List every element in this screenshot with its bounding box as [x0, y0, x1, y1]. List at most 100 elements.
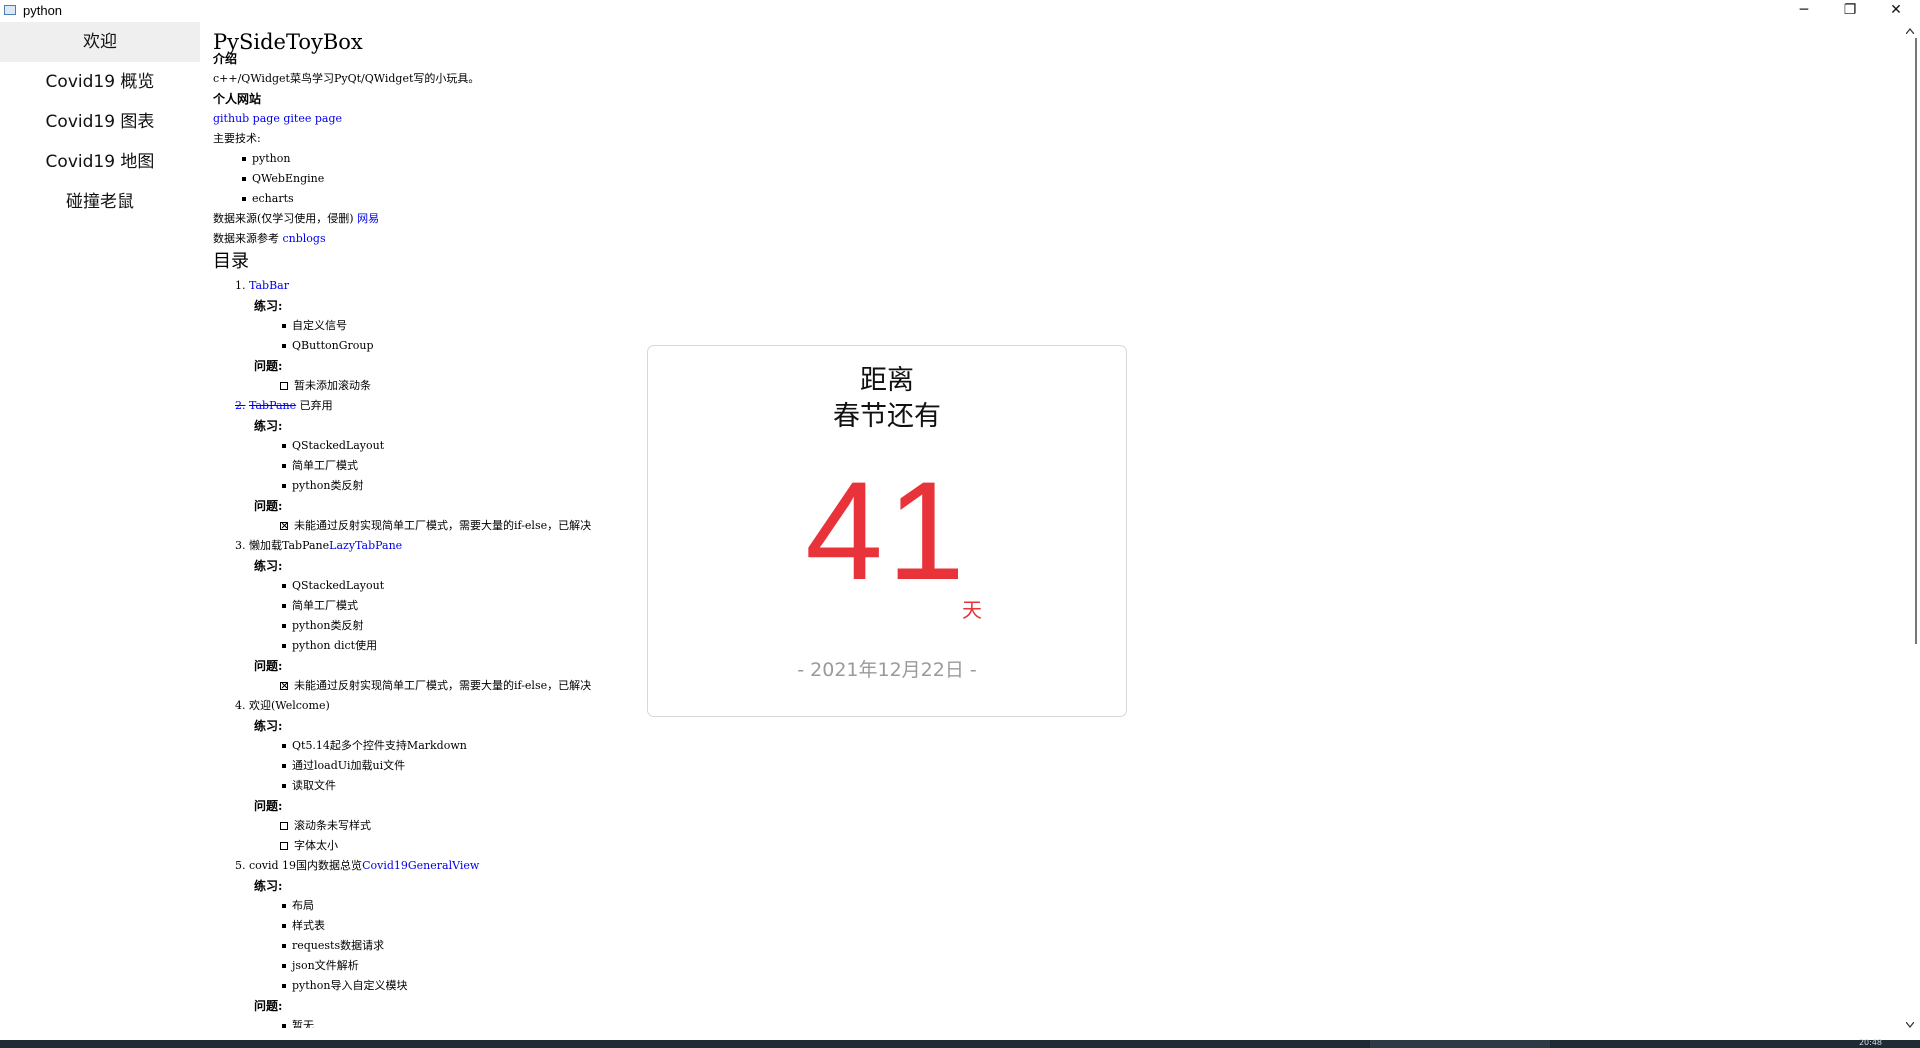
cnblogs-link[interactable]: cnblogs [283, 232, 326, 245]
bullet-icon [282, 924, 286, 928]
list-item: 简单工厂模式 [282, 456, 358, 476]
list-item: 通过loadUi加载ui文件 [282, 756, 405, 776]
spring-festival-countdown-card: 距离 春节还有 41 天 - 2021年12月22日 - [647, 345, 1127, 717]
toc-item-tabbar: 1. TabBar [235, 279, 289, 292]
tech-label: 主要技术: [213, 132, 261, 145]
list-item: 暂无 [282, 1016, 314, 1028]
taskbar-app-slot[interactable] [1370, 1040, 1550, 1048]
task-item: 暂未添加滚动条 [280, 376, 371, 396]
countdown-days: 41 [805, 452, 969, 609]
toc-item-tabpane: 2. TabPane 已弃用 [235, 399, 333, 412]
issue-label: 问题: [254, 659, 283, 673]
scrollbar-thumb[interactable] [1903, 38, 1917, 644]
close-button[interactable]: ✕ [1873, 0, 1919, 22]
vertical-scrollbar[interactable] [1900, 22, 1920, 1040]
minimize-button[interactable]: ─ [1781, 0, 1827, 22]
bullet-icon [242, 157, 246, 161]
taskbar-clock: 20:48 [1858, 1038, 1882, 1047]
site-heading: 个人网站 [213, 92, 262, 106]
data-source-line: 数据来源(仅学习使用，侵删) 网易 [213, 212, 380, 225]
bullet-icon [282, 744, 286, 748]
lazytabpane-link[interactable]: LazyTabPane [329, 539, 402, 552]
countdown-unit: 天 [962, 598, 982, 622]
list-item: 简单工厂模式 [282, 596, 358, 616]
checkbox-unchecked-icon [280, 842, 288, 850]
bullet-icon [282, 644, 286, 648]
bullet-icon [282, 444, 286, 448]
checkbox-checked-icon [280, 522, 288, 530]
list-item: python类反射 [282, 476, 363, 496]
list-item: QButtonGroup [282, 336, 374, 356]
sidebar-nav: 欢迎 Covid19 概览 Covid19 图表 Covid19 地图 碰撞老鼠 [0, 22, 200, 1040]
list-item: echarts [242, 189, 294, 209]
sidebar-item-covid19-charts[interactable]: Covid19 图表 [0, 102, 200, 142]
issue-label: 问题: [254, 499, 283, 513]
tabbar-link[interactable]: TabBar [249, 279, 289, 292]
task-item: 字体太小 [280, 836, 338, 856]
bullet-icon [282, 964, 286, 968]
netease-link[interactable]: 网易 [357, 212, 379, 225]
bullet-icon [282, 484, 286, 488]
restore-button[interactable]: ❐ [1827, 0, 1873, 22]
list-item: python dict使用 [282, 636, 377, 656]
toc-heading: 目录 [213, 251, 249, 272]
task-item: 未能通过反射实现简单工厂模式，需要大量的if-else，已解决 [280, 676, 591, 696]
list-item: python [242, 149, 290, 169]
intro-heading: 介绍 [213, 52, 238, 66]
window-title: python [23, 3, 63, 18]
list-item: json文件解析 [282, 956, 359, 976]
practice-label: 练习: [254, 879, 283, 893]
countdown-line2: 春节还有 [833, 401, 941, 432]
tabpane-link[interactable]: TabPane [249, 399, 296, 412]
list-item: 自定义信号 [282, 316, 347, 336]
list-item: QStackedLayout [282, 576, 384, 596]
bullet-icon [282, 904, 286, 908]
bullet-icon [282, 624, 286, 628]
toc-item-covid19-general-view: 5. covid 19国内数据总览Covid19GeneralView [235, 859, 480, 872]
checkbox-unchecked-icon [280, 382, 288, 390]
intro-text: c++/QWidget菜鸟学习PyQt/QWidget写的小玩具。 [213, 72, 480, 85]
bullet-icon [242, 197, 246, 201]
markdown-document: PySideToyBox 介绍 c++/QWidget菜鸟学习PyQt/QWid… [213, 22, 633, 1028]
sidebar-item-welcome[interactable]: 欢迎 [0, 22, 200, 62]
practice-label: 练习: [254, 419, 283, 433]
scroll-down-arrow-icon[interactable] [1906, 1022, 1914, 1028]
gitee-page-link[interactable]: gitee page [283, 112, 342, 125]
bullet-icon [282, 344, 286, 348]
bullet-icon [282, 1024, 286, 1028]
issue-label: 问题: [254, 359, 283, 373]
list-item: requests数据请求 [282, 936, 384, 956]
bullet-icon [282, 604, 286, 608]
os-taskbar: 20:48 [0, 1038, 1920, 1048]
bullet-icon [282, 764, 286, 768]
list-item: python导入自定义模块 [282, 976, 407, 996]
practice-label: 练习: [254, 719, 283, 733]
covid19generalview-link[interactable]: Covid19GeneralView [362, 859, 479, 872]
list-item: 布局 [282, 896, 314, 916]
github-page-link[interactable]: github page [213, 112, 280, 125]
data-reference-line: 数据来源参考 cnblogs [213, 232, 326, 245]
bullet-icon [282, 464, 286, 468]
checkbox-unchecked-icon [280, 822, 288, 830]
app-icon [4, 5, 16, 15]
bullet-icon [282, 324, 286, 328]
task-item: 滚动条未写样式 [280, 816, 371, 836]
issue-label: 问题: [254, 799, 283, 813]
sidebar-item-covid19-map[interactable]: Covid19 地图 [0, 142, 200, 182]
sidebar-item-covid19-overview[interactable]: Covid19 概览 [0, 62, 200, 102]
task-item: 未能通过反射实现简单工厂模式，需要大量的if-else，已解决 [280, 516, 591, 536]
bullet-icon [282, 784, 286, 788]
bullet-icon [282, 984, 286, 988]
practice-label: 练习: [254, 559, 283, 573]
list-item: python类反射 [282, 616, 363, 636]
sidebar-item-mouse-game[interactable]: 碰撞老鼠 [0, 182, 200, 222]
scroll-up-arrow-icon[interactable] [1906, 28, 1914, 34]
list-item: 样式表 [282, 916, 325, 936]
bullet-icon [282, 584, 286, 588]
list-item: Qt5.14起多个控件支持Markdown [282, 736, 467, 756]
toc-item-welcome: 4. 欢迎(Welcome) [235, 699, 330, 712]
checkbox-checked-icon [280, 682, 288, 690]
practice-label: 练习: [254, 299, 283, 313]
issue-label: 问题: [254, 999, 283, 1013]
bullet-icon [242, 177, 246, 181]
